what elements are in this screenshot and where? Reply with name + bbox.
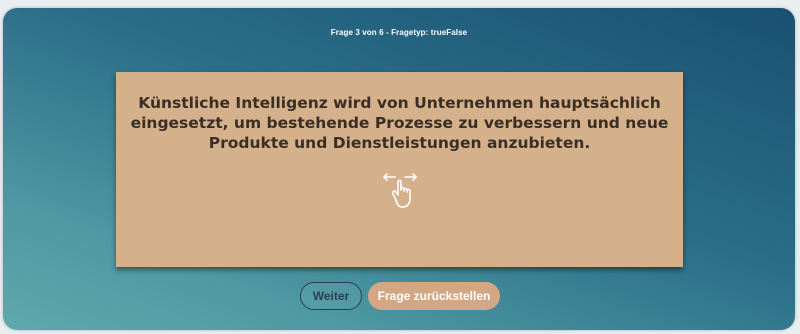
next-button[interactable]: Weiter: [300, 282, 362, 310]
defer-question-button[interactable]: Frage zurückstellen: [368, 282, 500, 310]
question-progress: Frage 3 von 6 - Fragetyp: trueFalse: [330, 28, 468, 37]
quiz-panel: Frage 3 von 6 - Fragetyp: trueFalse Küns…: [3, 8, 795, 330]
question-card[interactable]: Künstliche Intelligenz wird von Unterneh…: [116, 72, 683, 267]
swipe-hand-icon: [381, 170, 419, 210]
question-text: Künstliche Intelligenz wird von Unterneh…: [130, 94, 669, 152]
